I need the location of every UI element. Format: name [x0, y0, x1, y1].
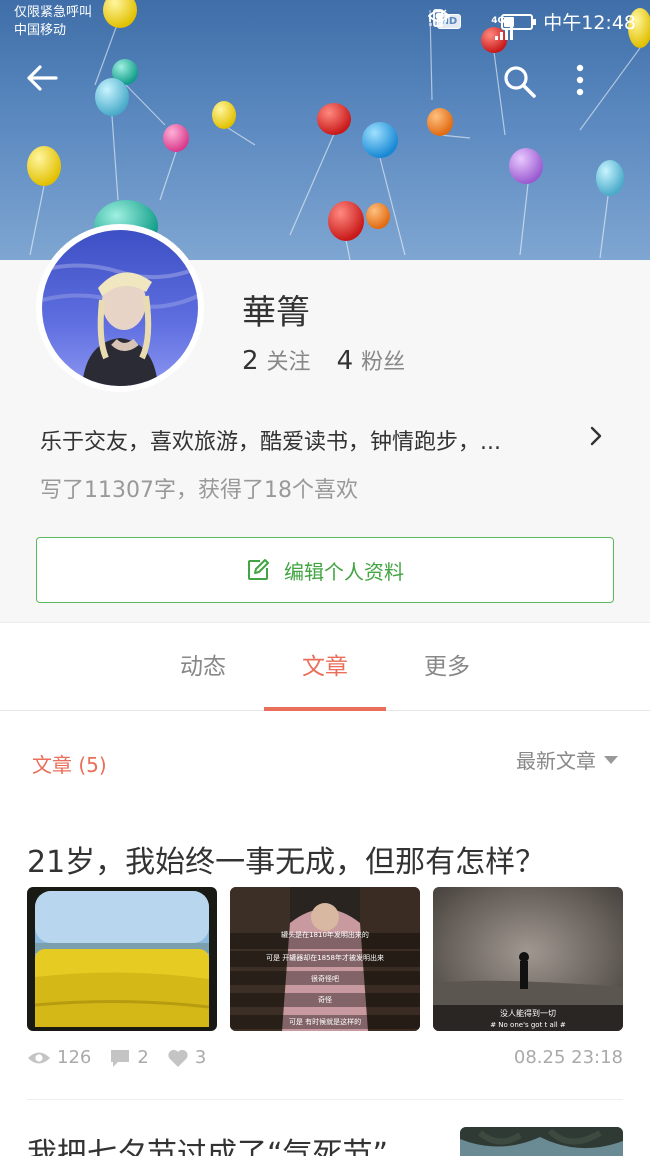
followers-stat[interactable]: 4 粉丝 — [337, 344, 406, 376]
carrier-info: 仅限紧急呼叫 中国移动 — [14, 4, 92, 40]
comments-stat: 2 — [109, 1047, 149, 1068]
likes-stat: 3 — [167, 1047, 206, 1068]
profile-stats: 2 关注 4 粉丝 — [242, 344, 405, 376]
comments-count: 2 — [137, 1047, 149, 1068]
carrier-line-1: 仅限紧急呼叫 — [14, 5, 93, 20]
edit-profile-label: 编辑个人资料 — [284, 559, 404, 584]
following-stat[interactable]: 2 关注 — [242, 344, 311, 376]
article-item[interactable]: 我把七夕节过成了“气死节” — [0, 1101, 650, 1156]
sort-label: 最新文章 — [516, 749, 596, 773]
edit-profile-button[interactable]: 编辑个人资料 — [36, 537, 614, 603]
writing-summary: 写了11307字，获得了18个喜欢 — [40, 478, 358, 503]
tab-more[interactable]: 更多 — [386, 623, 508, 712]
profile-tabs: 动态 文章 更多 — [0, 622, 650, 711]
thumb-caption-7: # No one's got t all # — [490, 1021, 566, 1029]
following-label: 关注 — [266, 350, 311, 375]
thumb-caption-1: 罐头是在1810年发明出来的 — [281, 930, 369, 939]
article-thumbnail: 没人能得到一切 # No one's got t all # — [433, 887, 623, 1031]
article-title[interactable]: 21岁，我始终一事无成，但那有怎样？ — [27, 837, 545, 881]
article-thumbnail — [460, 1127, 623, 1156]
article-item[interactable]: 21岁，我始终一事无成，但那有怎样？ 罐头是在1810年发明出来的 可是 开罐器… — [0, 811, 650, 1101]
article-thumbnail: 罐头是在1810年发明出来的 可是 开罐器却在1858年才被发明出来 很奇怪吧 … — [230, 887, 420, 1031]
heart-icon — [168, 1049, 188, 1067]
sort-dropdown[interactable]: 最新文章 — [516, 745, 618, 774]
thumb-caption-3: 很奇怪吧 — [311, 974, 339, 983]
thumb-caption-2: 可是 开罐器却在1858年才被发明出来 — [266, 953, 384, 962]
search-button[interactable] — [502, 64, 550, 112]
clock: 中午12:48 — [543, 12, 636, 34]
profile-bio[interactable]: 乐于交友，喜欢旅游，酷爱读书，钟情跑步，... — [40, 424, 580, 456]
tab-articles[interactable]: 文章 — [264, 623, 386, 712]
battery-icon — [501, 13, 537, 30]
avatar-image — [42, 230, 198, 386]
article-thumbnail — [27, 887, 217, 1031]
battery-fill — [504, 16, 515, 27]
likes-count: 3 — [194, 1047, 207, 1068]
chevron-right-icon[interactable] — [584, 422, 608, 450]
avatar-frame — [36, 224, 204, 392]
username: 華箐 — [242, 293, 310, 333]
followers-count: 4 — [336, 346, 354, 376]
more-options-button[interactable] — [575, 64, 623, 112]
thumb-caption-6: 没人能得到一切 — [500, 1008, 556, 1018]
caret-down-icon — [604, 755, 618, 764]
article-list-header: 文章 (5) 最新文章 — [0, 711, 650, 811]
following-count: 2 — [242, 346, 259, 376]
status-bar: 仅限紧急呼叫 中国移动 HD 4G 中午12:48 — [0, 0, 650, 44]
views-count: 126 — [57, 1047, 92, 1068]
avatar[interactable] — [42, 230, 198, 386]
profile-banner: 仅限紧急呼叫 中国移动 HD 4G 中午12:48 — [0, 0, 650, 260]
more-vertical-icon — [576, 64, 584, 96]
thumb-caption-5: 可是 有时候就是这样的 — [289, 1017, 361, 1026]
article-date: 08.25 23:18 — [513, 1047, 623, 1068]
followers-label: 粉丝 — [361, 350, 406, 375]
views-stat: 126 — [27, 1047, 91, 1068]
article-count-title: 文章 (5) — [32, 753, 107, 777]
status-icons: HD 4G 中午12:48 — [427, 8, 636, 40]
tab-activity[interactable]: 动态 — [142, 623, 264, 712]
back-button[interactable] — [26, 64, 74, 112]
search-icon — [504, 66, 536, 98]
carrier-line-2: 中国移动 — [14, 23, 67, 38]
comment-icon — [111, 1049, 130, 1067]
article-divider — [27, 1099, 623, 1100]
eye-icon — [28, 1052, 50, 1063]
edit-icon — [248, 559, 269, 580]
article-meta: 126 2 3 — [27, 1047, 206, 1068]
article-title[interactable]: 我把七夕节过成了“气死节” — [27, 1129, 388, 1156]
profile-section: 華箐 2 关注 4 粉丝 乐于交友，喜欢旅游，酷爱读书，钟情跑步，... 写了113… — [0, 224, 650, 622]
thumb-caption-4: 奇怪 — [318, 995, 332, 1004]
arrow-left-icon — [27, 65, 58, 91]
